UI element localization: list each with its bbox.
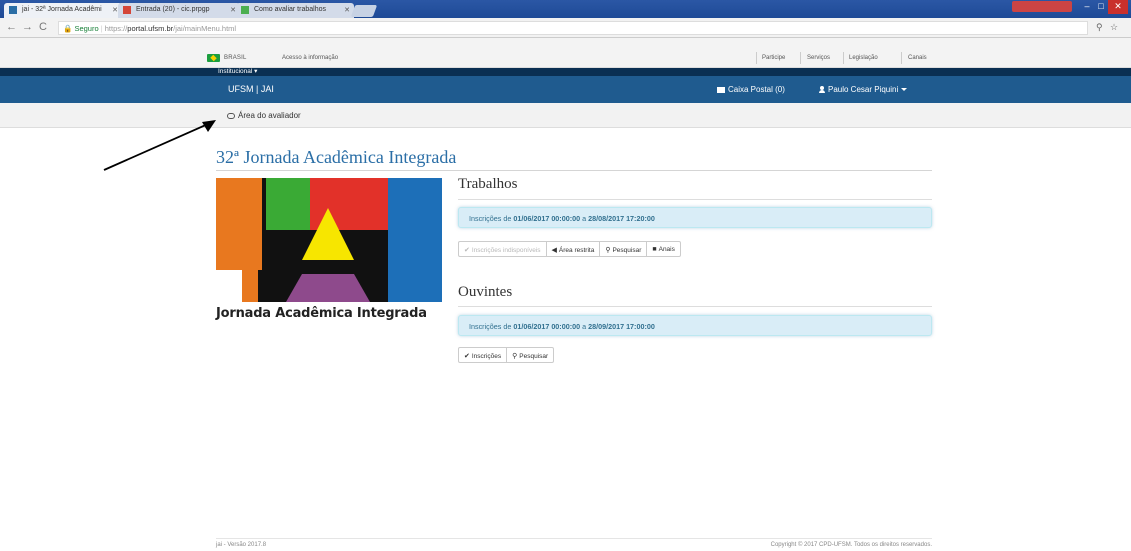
app-navbar: UFSM | JAI Caixa Postal (0) Paulo Cesar … xyxy=(0,76,1131,103)
browser-tab-como-avaliar[interactable]: Como avaliar trabalhos ✕ xyxy=(236,3,354,18)
inscricoes-button[interactable]: ✔ Inscrições xyxy=(458,347,508,363)
access-info-link[interactable]: Acesso à informação xyxy=(282,55,338,61)
logo-shape xyxy=(266,178,310,230)
page-icon xyxy=(9,6,17,14)
canais-link[interactable]: Canais xyxy=(908,55,927,61)
pesquisar-ouvintes-button[interactable]: ⚲ Pesquisar xyxy=(506,347,555,363)
back-arrow-icon[interactable]: ← xyxy=(6,21,17,33)
star-icon[interactable]: ☆ xyxy=(1110,22,1118,33)
address-bar: ← → C 🔒 Seguro | https://portal.ufsm.br/… xyxy=(0,18,1131,38)
caret-down-icon xyxy=(901,88,908,91)
brand-link[interactable]: UFSM | JAI xyxy=(228,84,274,94)
profile-badge[interactable] xyxy=(1012,1,1072,12)
page-title: 32ª Jornada Acadêmica Integrada xyxy=(216,147,457,167)
ouvintes-actions: ✔ Inscrições ⚲ Pesquisar xyxy=(458,347,555,363)
search-icon: ⚲ xyxy=(605,247,611,254)
secure-label: Seguro xyxy=(74,24,99,33)
close-icon[interactable]: ✕ xyxy=(344,6,350,14)
mailbox-link[interactable]: Caixa Postal (0) xyxy=(717,85,785,94)
lock-icon: 🔒 xyxy=(63,24,73,33)
footer-version: jai - Versão 2017.8 xyxy=(216,542,267,548)
new-tab-button[interactable] xyxy=(350,5,378,17)
forward-arrow-icon[interactable]: → xyxy=(22,21,33,33)
institutional-menu[interactable]: Institucional ▾ xyxy=(218,67,257,75)
check-icon: ✔ xyxy=(464,353,470,360)
servicos-link[interactable]: Serviços xyxy=(807,55,830,61)
title-divider xyxy=(216,170,932,171)
reload-icon[interactable]: C xyxy=(39,21,47,33)
browser-tab-jai[interactable]: jai - 32ª Jornada Acadêmi ✕ xyxy=(4,3,122,18)
url-input[interactable]: 🔒 Seguro | https://portal.ufsm.br/jai/ma… xyxy=(58,21,1088,35)
anais-button[interactable]: ■ Anais xyxy=(646,241,681,257)
jai-logo xyxy=(216,178,442,302)
ouvintes-period-alert: Inscrições de 01/06/2017 00:00:00 a 28/0… xyxy=(458,315,932,336)
brasil-link[interactable]: BRASIL xyxy=(224,55,247,61)
search-icon: ⚲ xyxy=(512,353,518,360)
book-icon: ■ xyxy=(652,246,657,253)
minimize-icon[interactable]: – xyxy=(1080,0,1094,14)
trabalhos-actions: ✔ Inscrições indisponíveis ◀ Área restrita… xyxy=(458,241,681,257)
participe-link[interactable]: Participe xyxy=(762,55,785,61)
check-icon: ✔ xyxy=(464,247,470,254)
area-restrita-button[interactable]: ◀ Área restrita xyxy=(545,241,601,257)
sign-in-icon: ◀ xyxy=(551,247,557,254)
user-menu[interactable]: Paulo Cesar Piquini xyxy=(819,85,908,94)
trabalhos-heading: Trabalhos xyxy=(458,176,518,192)
logo-shape xyxy=(216,270,242,302)
drive-icon xyxy=(241,6,249,14)
trabalhos-period-alert: Inscrições de 01/06/2017 00:00:00 a 28/0… xyxy=(458,207,932,228)
gmail-icon xyxy=(123,6,131,14)
browser-tab-strip: jai - 32ª Jornada Acadêmi ✕ Entrada (20)… xyxy=(0,0,1131,18)
logo-shape xyxy=(216,178,262,270)
comments-icon xyxy=(227,113,235,119)
institutional-bar: Institucional ▾ xyxy=(0,68,1131,76)
window-close-icon[interactable]: ✕ xyxy=(1108,0,1128,14)
maximize-icon[interactable]: □ xyxy=(1094,0,1108,14)
evaluator-area-link[interactable]: Área do avaliador xyxy=(227,111,301,120)
footer-copyright: Copyright © 2017 CPD-UFSM. Todos os dire… xyxy=(770,542,932,548)
logo-caption: Jornada Acadêmica Integrada xyxy=(216,306,427,321)
logo-shape xyxy=(388,178,442,302)
pesquisar-trabalhos-button[interactable]: ⚲ Pesquisar xyxy=(599,241,648,257)
ouvintes-heading: Ouvintes xyxy=(458,284,513,300)
inscricoes-indisponiveis-button: ✔ Inscrições indisponíveis xyxy=(458,241,547,257)
browser-tab-gmail[interactable]: Entrada (20) - cic.prpgp ✕ xyxy=(118,3,240,18)
brazil-flag-icon xyxy=(207,54,220,62)
user-icon xyxy=(819,86,825,93)
gov-bar: BRASIL Acesso à informação Participe Ser… xyxy=(0,38,1131,68)
annotation-arrow xyxy=(103,120,216,171)
envelope-icon xyxy=(717,87,725,93)
key-icon[interactable]: ⚲ xyxy=(1096,22,1103,33)
legislacao-link[interactable]: Legislação xyxy=(849,55,878,61)
